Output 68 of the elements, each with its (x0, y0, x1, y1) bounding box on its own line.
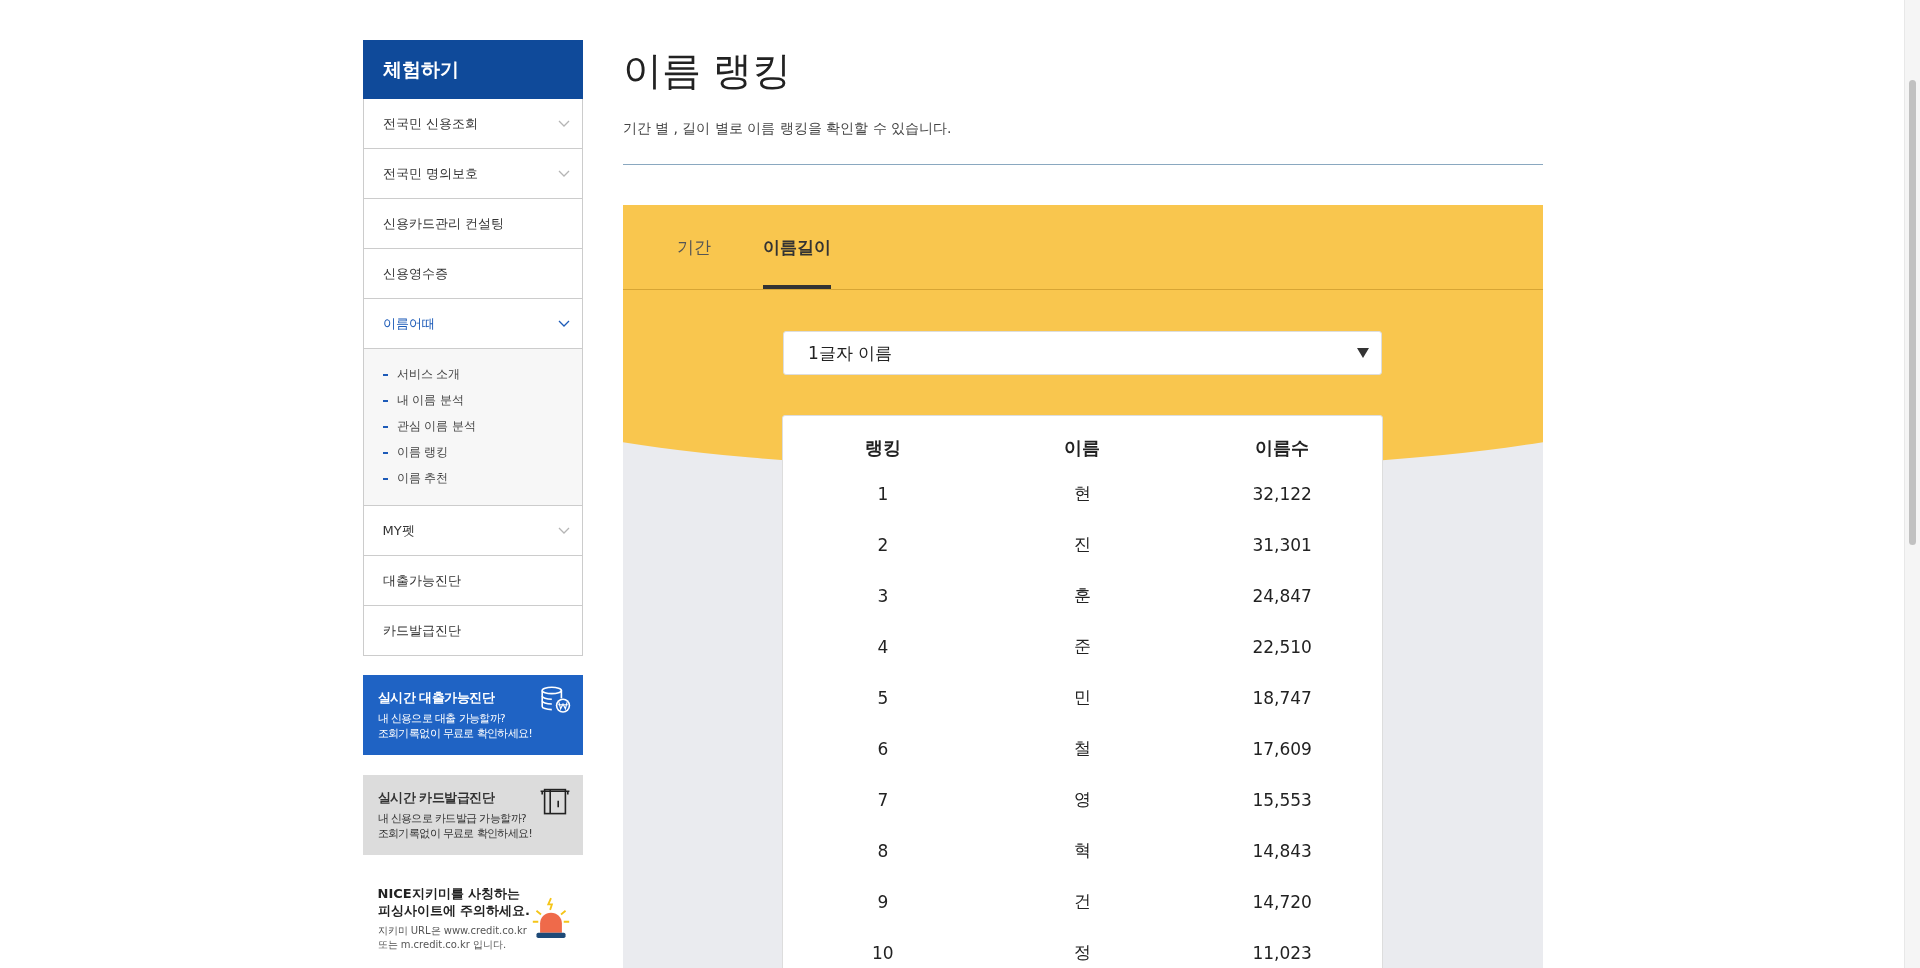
tab[interactable]: 기간 (676, 205, 711, 289)
coins-icon (538, 685, 571, 715)
dropdown-arrow-icon (1357, 348, 1369, 358)
column-header: 랭킹 (864, 436, 901, 460)
tab[interactable]: 이름길이 (762, 205, 831, 289)
table-cell: 정 (1074, 941, 1091, 964)
table-cell: 8 (877, 840, 889, 861)
column-header: 이름수 (1255, 436, 1310, 460)
table-cell: 15,553 (1252, 789, 1312, 810)
siren-icon (530, 896, 571, 941)
page-description: 기간 별 , 길이 별로 이름 랭킹을 확인할 수 있습니다. (622, 120, 953, 138)
table-cell: 4 (877, 636, 889, 657)
table-cell: 현 (1074, 482, 1091, 505)
sidebar-item[interactable]: 신용영수증 (363, 249, 582, 298)
table-cell: 24,847 (1252, 585, 1312, 606)
banner-text: 내 신용으로 대출 가능할까? (377, 711, 506, 726)
sidebar-title: 체험하기 (362, 40, 583, 99)
table-cell: 2 (877, 534, 889, 555)
table-cell: 준 (1074, 635, 1091, 658)
length-select[interactable]: 1글자 이름 (783, 331, 1382, 375)
banner-title: 실시간 카드발급진단 (377, 789, 495, 807)
chevron-down-icon (557, 319, 570, 328)
banner-text: 조회기록없이 무료로 확인하세요! (377, 726, 533, 741)
chevron-down-icon (557, 119, 570, 128)
table-cell: 진 (1074, 533, 1091, 556)
scrollbar-thumb[interactable] (1909, 80, 1916, 545)
sidebar-item[interactable]: 이름어때 (363, 299, 582, 348)
promo-banner[interactable]: 실시간 카드발급진단 내 신용으로 카드발급 가능할까? 조회기록없이 무료로 확인하세요! (362, 775, 583, 855)
promo-banner[interactable]: 실시간 대출가능진단 내 신용으로 대출 가능할까? 조회기록없이 무료로 확인하세요! (362, 675, 583, 755)
warning-text: 지키미 URL은 www.credit.co.kr (377, 924, 528, 938)
table-cell: 7 (877, 789, 889, 810)
table-cell: 철 (1074, 737, 1091, 760)
table-cell: 훈 (1074, 584, 1091, 607)
banner-title: 실시간 대출가능진단 (377, 689, 495, 707)
table-cell: 32,122 (1252, 483, 1312, 504)
table-cell: 영 (1074, 788, 1091, 811)
table-cell: 1 (877, 483, 889, 504)
scrollbar[interactable] (1904, 0, 1920, 968)
table-cell: 3 (877, 585, 889, 606)
table-cell: 14,720 (1252, 891, 1312, 912)
table-cell: 10 (872, 942, 894, 963)
page-title: 이름 랭킹 (622, 47, 792, 95)
column-header: 이름 (1064, 436, 1101, 460)
table-cell: 건 (1074, 890, 1091, 913)
sidebar-item[interactable]: MY펫 (363, 506, 582, 555)
table-cell: 민 (1074, 686, 1091, 709)
sidebar-item[interactable]: 전국민 신용조회 (363, 99, 582, 148)
banner-text: 조회기록없이 무료로 확인하세요! (377, 826, 533, 841)
chevron-down-icon (557, 526, 570, 535)
table-cell: 11,023 (1252, 942, 1312, 963)
table-cell: 22,510 (1252, 636, 1312, 657)
table-cell: 혁 (1074, 839, 1091, 862)
sidebar-item[interactable]: 신용카드관리 컨설팅 (363, 199, 582, 248)
table-cell: 14,843 (1252, 840, 1312, 861)
table-cell: 31,301 (1252, 534, 1312, 555)
table-cell: 9 (877, 891, 889, 912)
sidebar-item[interactable]: 대출가능진단 (363, 556, 582, 605)
banner-text: 내 신용으로 카드발급 가능할까? (377, 811, 526, 826)
warning-text: 또는 m.credit.co.kr 입니다. (377, 938, 508, 952)
table-cell: 6 (877, 738, 889, 759)
table-cell: 17,609 (1252, 738, 1312, 759)
table-cell: 5 (877, 687, 889, 708)
warning-title: NICE지키미를 사칭하는 (377, 885, 522, 902)
sidebar-item[interactable]: 전국민 명의보호 (363, 149, 582, 198)
chevron-down-icon (557, 169, 570, 178)
table-cell: 18,747 (1252, 687, 1312, 708)
sidebar-item[interactable]: 카드발급진단 (363, 606, 582, 655)
warning-title: 피싱사이트에 주의하세요. (377, 902, 530, 919)
